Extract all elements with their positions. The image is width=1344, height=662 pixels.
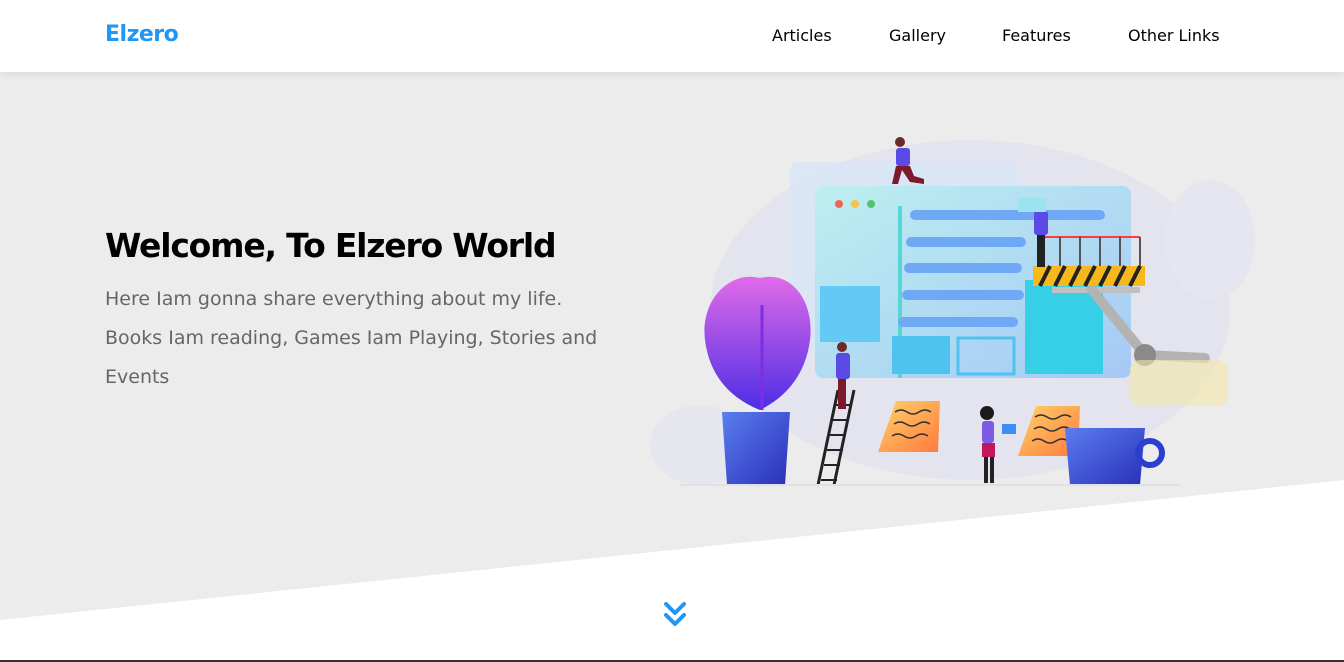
main-nav: Articles Gallery Features Other Links — [0, 26, 1344, 48]
nav-link-gallery[interactable]: Gallery — [889, 26, 946, 45]
double-chevron-down-icon — [664, 602, 686, 626]
hero-illustration — [650, 137, 1255, 486]
nav-link-articles[interactable]: Articles — [772, 26, 832, 45]
coffee-mug — [1065, 428, 1145, 485]
hero-title: Welcome, To Elzero World — [105, 226, 557, 265]
scroll-down-button[interactable] — [661, 600, 689, 630]
site-header: Elzero Articles Gallery Features Other L… — [0, 0, 1344, 72]
hero-text: Here Iam gonna share everything about my… — [105, 288, 598, 388]
nav-link-features[interactable]: Features — [1002, 26, 1071, 45]
nav-link-other-links[interactable]: Other Links — [1128, 26, 1220, 45]
plant-pot — [722, 412, 790, 485]
